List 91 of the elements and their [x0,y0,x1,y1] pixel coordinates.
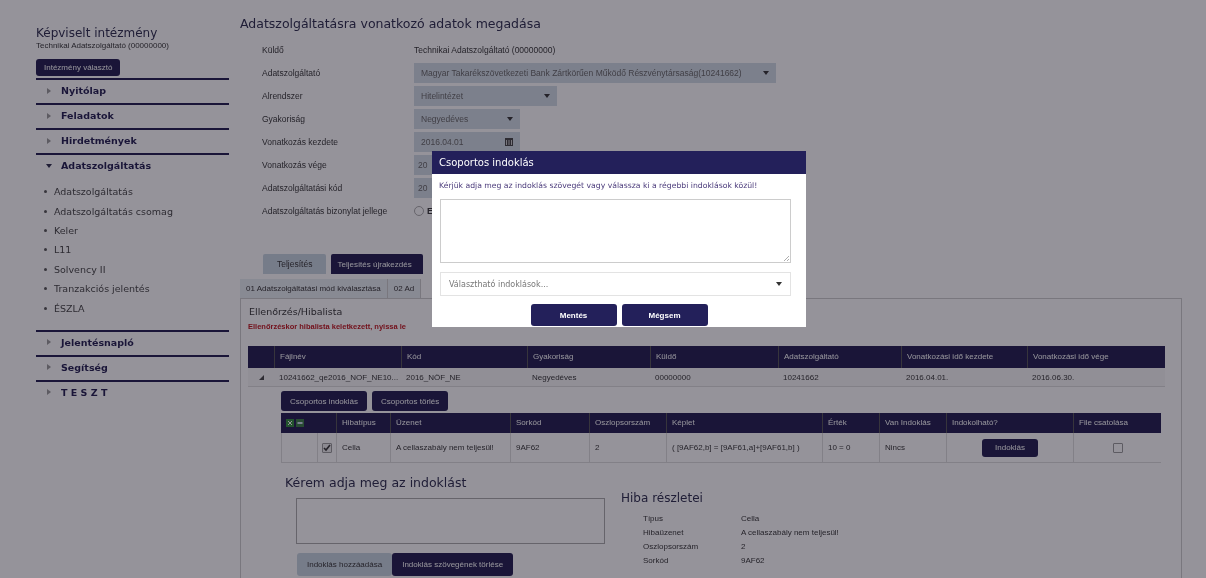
submenu-item[interactable]: Adatszolgáltatás csomag [54,205,173,217]
dropdown-arrow-icon [544,93,550,98]
section-heading: Hiba részletei [621,491,704,507]
detail-value: 2 [741,541,747,551]
dropdown[interactable]: Magyar Takarékszövetkezeti Bank Zártkörűen Működő Részvénytársaság(10241662) [414,62,776,83]
panel-title: Ellenőrzés/Hibalista [248,306,343,319]
institution-select-button[interactable]: Intézmény választó [36,59,121,76]
bullet-icon [44,267,47,271]
field-label: Vonatkozás vége [262,159,328,170]
detail-label: Hibaüzenet [643,527,685,537]
menu-item[interactable]: T E S Z T [61,386,108,398]
field-label: Vonatkozás kezdete [262,136,340,147]
checkbox[interactable] [1112,442,1123,453]
justify-button[interactable]: Indoklás [982,438,1038,457]
section-heading: Kérem adja meg az indoklást [284,475,468,490]
bullet-icon [44,248,47,252]
tab[interactable]: Teljesítés [263,254,327,274]
table-cell-text: 2016.04.01. [905,372,950,382]
dropdown-arrow-icon [776,282,782,286]
text-area[interactable] [440,199,791,263]
table-cell: 9AF62 [510,433,589,463]
action-button[interactable]: Indoklás hozzáadása [297,553,393,576]
submenu-item[interactable]: Keler [54,224,78,236]
section-heading: Képviselt intézmény [36,26,159,41]
submenu-item[interactable]: Tranzakciós jelentés [54,283,150,295]
table-cell-text: 2016_NÖF_NE [405,372,462,382]
table-cell: 2 [589,433,666,463]
calendar-icon [505,137,513,146]
action-button[interactable]: Indoklás szövegének törlése [392,553,514,576]
group-action-button[interactable]: Csoportos indoklás [281,391,368,411]
table-cell: Cella [336,433,390,463]
table-cell-text: 10241662_qe2016_NOF_NE10... [278,372,400,382]
input-field[interactable]: 20 [414,177,432,198]
input-field[interactable]: 20 [414,154,432,175]
detail-label: Oszlopsorszám [643,541,700,551]
menu-item[interactable]: Adatszolgáltatás [61,160,152,171]
dropdown[interactable]: Választható indoklások... [440,272,791,296]
dialog-title: Csoportos indoklás [432,151,806,174]
detail-value: Cella [741,513,761,523]
table-cell-text: 10241662 [782,372,820,382]
menu-item[interactable]: Feladatok [61,110,114,121]
field-label: Adatszolgáltató [262,67,322,78]
step-tab[interactable]: 02 Ad [387,279,422,298]
bullet-icon [44,306,47,310]
field-label: Gyakoriság [262,113,306,124]
detail-label: Sorkód [643,555,670,565]
field-label: Küldő [262,44,285,55]
table-cell: A cellaszabály nem teljesül! [390,433,510,463]
submenu-item[interactable]: ÉSZLA [54,302,85,314]
submenu-item[interactable]: L11 [54,244,72,256]
resize-grip-icon[interactable] [783,255,789,261]
dropdown[interactable]: Negyedéves [414,108,520,129]
detail-value: A cellaszabály nem teljesül! [741,527,839,537]
table-cell: Nincs [879,433,946,463]
field-label: Adatszolgáltatási kód [262,182,344,193]
table-cell: 10 = 0 [822,433,879,463]
menu-item[interactable]: Jelentésnapló [61,336,134,348]
bullet-icon [44,228,47,232]
table-cell-text: 2016.06.30. [1031,372,1076,382]
bullet-icon [44,287,47,291]
field-label: Adatszolgáltatás bizonylat jellege [262,205,389,216]
page-title: Adatszolgáltatásra vonatkozó adatok megadása [240,16,542,33]
field-value: Technikai Adatszolgáltató (00000000) [414,44,556,55]
menu-item[interactable]: Nyitólap [61,85,106,96]
expand-icon[interactable] [258,374,264,380]
dropdown-arrow-icon [763,70,769,75]
menu-item[interactable]: Hirdetmények [61,135,137,146]
bullet-icon [44,190,47,194]
detail-value: 9AF62 [741,555,766,565]
submenu-item[interactable]: Adatszolgáltatás [54,186,133,198]
checkbox[interactable] [322,442,332,453]
date-field[interactable]: 2016.04.01 [414,131,520,152]
detail-label: Típus [643,513,664,523]
dropdown-arrow-icon [507,116,513,121]
group-action-button[interactable]: Csoportos törlés [372,391,449,411]
institution-name: Technikai Adatszolgáltató (00000000) [36,41,170,52]
dropdown[interactable]: Hitelintézet [414,85,557,106]
dialog-button[interactable]: Mégsem [621,304,708,326]
step-tab[interactable]: 01 Adatszolgáltatási mód kiválasztása [240,279,388,298]
submenu-item[interactable]: Solvency II [54,263,106,275]
table-cell: ( [9AF62,b] = [9AF61,a]+[9AF61,b] ) [666,433,822,463]
radio-button[interactable] [414,205,424,216]
field-label: Alrendszer [262,90,304,101]
tab[interactable]: Teljesítés újrakezdés [331,254,424,274]
dialog-button[interactable]: Mentés [530,304,617,326]
text-area[interactable] [296,498,605,544]
table-cell-text: Negyedéves [531,372,578,382]
table-cell-text: 00000000 [654,372,692,382]
bullet-icon [44,209,47,213]
export-icon[interactable] [286,419,304,427]
menu-item[interactable]: Segítség [61,361,108,373]
